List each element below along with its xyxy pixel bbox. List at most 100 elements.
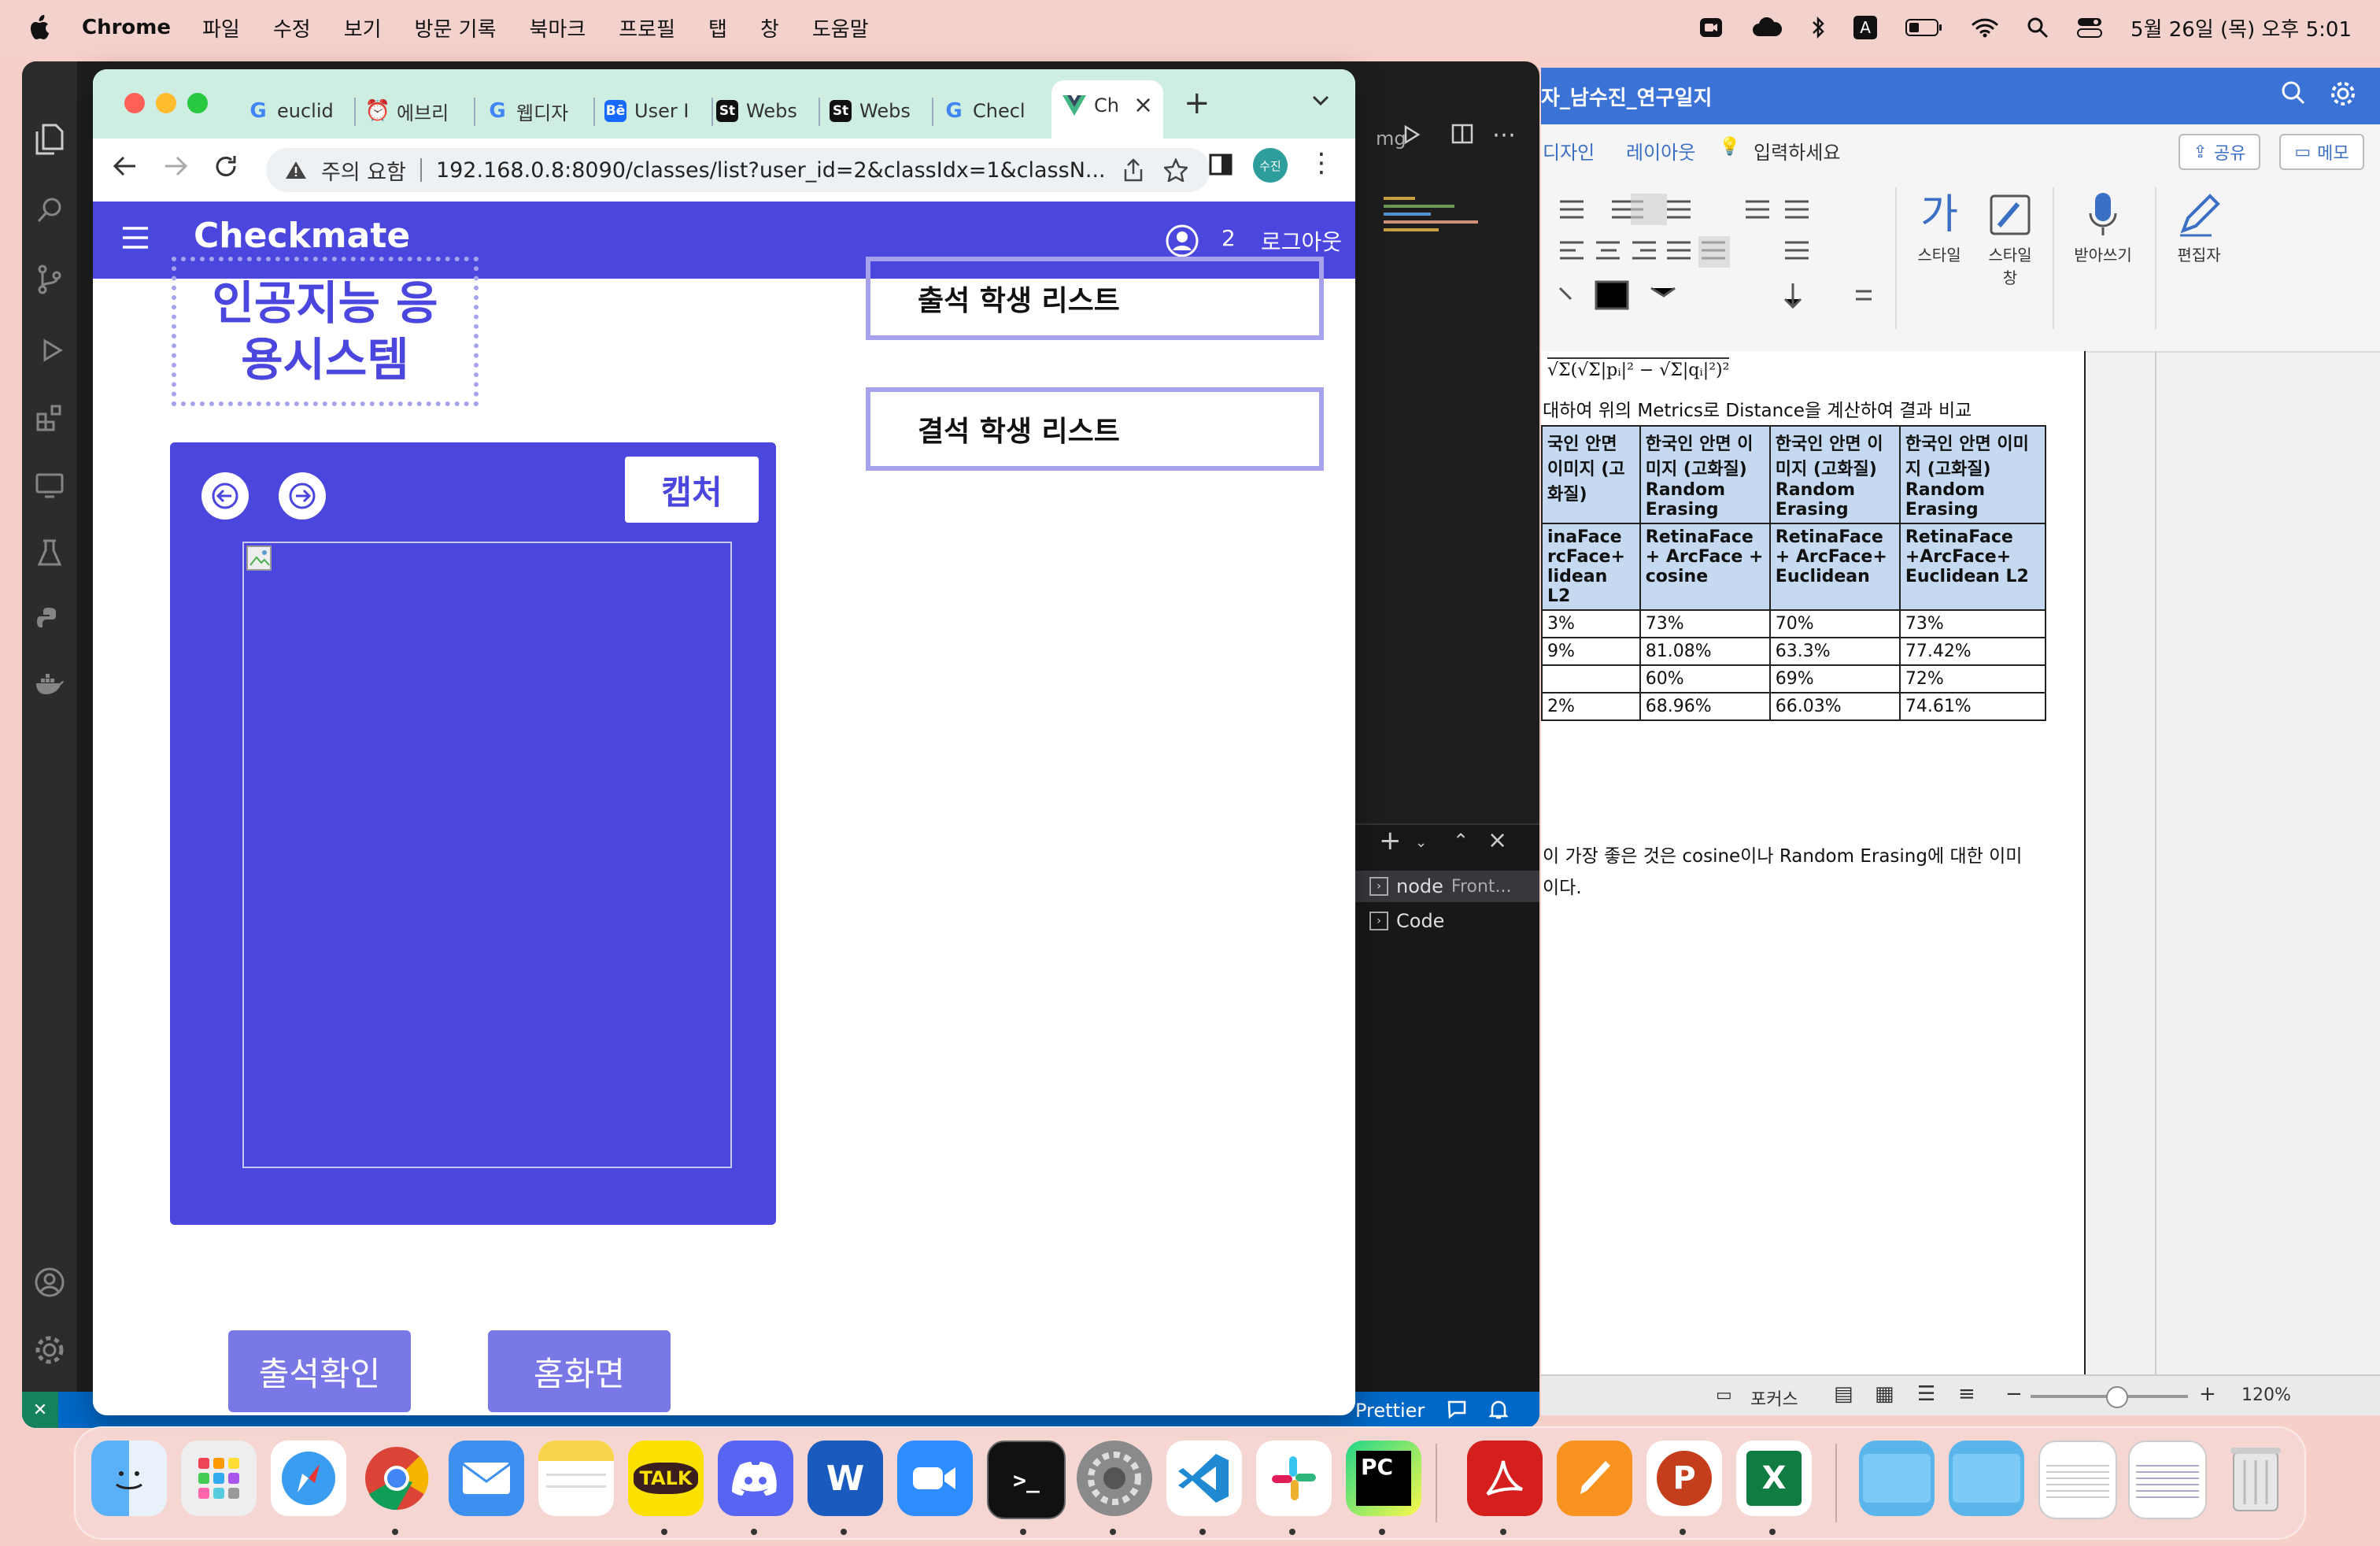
previous-button[interactable] xyxy=(201,472,249,520)
close-window-button[interactable] xyxy=(124,93,145,113)
active-browser-tab[interactable]: Ch × xyxy=(1051,80,1163,139)
clock[interactable]: 5월 26일 (목) 오후 5:01 xyxy=(2131,13,2352,43)
menu-bookmarks[interactable]: 북마크 xyxy=(530,13,586,43)
source-control-icon[interactable] xyxy=(33,263,66,296)
hamburger-menu-icon[interactable] xyxy=(121,225,150,250)
browser-tab[interactable]: Bē User I xyxy=(604,83,689,139)
chrome-icon[interactable] xyxy=(359,1441,434,1516)
next-button[interactable] xyxy=(279,472,326,520)
tab-layout[interactable]: 레이아웃 xyxy=(1626,137,1695,165)
battery-icon[interactable] xyxy=(1905,18,1943,37)
dictate-button[interactable]: 받아쓰기 xyxy=(2064,187,2142,329)
cloud-icon[interactable] xyxy=(1751,17,1783,38)
word-icon[interactable]: W xyxy=(808,1441,883,1516)
kakaotalk-icon[interactable]: TALK xyxy=(628,1441,704,1516)
settings-gear-icon[interactable] xyxy=(33,1333,66,1367)
focus-mode[interactable]: 포커스 xyxy=(1750,1385,1798,1411)
browser-tab[interactable]: G Checl xyxy=(943,83,1025,139)
bluetooth-icon[interactable] xyxy=(1811,16,1825,39)
control-center-icon[interactable] xyxy=(2077,17,2103,39)
recent-document-thumbnail[interactable] xyxy=(2038,1441,2117,1519)
browser-tab[interactable]: St Webs xyxy=(830,83,911,139)
menu-help[interactable]: 도움말 xyxy=(812,13,869,43)
explorer-icon[interactable] xyxy=(33,123,66,156)
launchpad-icon[interactable] xyxy=(181,1441,257,1516)
browser-tab[interactable]: G euclid xyxy=(247,83,333,139)
home-button[interactable]: 홈화면 xyxy=(488,1330,671,1412)
zoom-in-icon[interactable]: + xyxy=(2199,1382,2216,1406)
input-source-icon[interactable]: A xyxy=(1853,16,1878,39)
zoom-level[interactable]: 120% xyxy=(2241,1385,2291,1405)
remote-explorer-icon[interactable] xyxy=(33,469,66,502)
search-icon[interactable] xyxy=(33,194,66,227)
web-layout-icon[interactable]: ▦ xyxy=(1875,1382,1894,1406)
finder-icon[interactable] xyxy=(91,1441,167,1516)
forward-arrow-icon[interactable] xyxy=(162,153,189,179)
prettier-status[interactable]: Prettier xyxy=(1355,1400,1425,1422)
browser-tab[interactable]: ⏰ 에브리 xyxy=(365,83,449,139)
print-layout-icon[interactable]: ▤ xyxy=(1834,1382,1853,1406)
bookmark-star-icon[interactable] xyxy=(1163,158,1188,182)
pycharm-icon[interactable]: PC xyxy=(1346,1441,1421,1516)
brand-title[interactable]: Checkmate xyxy=(194,216,410,256)
capture-button[interactable]: 캡처 xyxy=(625,457,759,523)
menu-view[interactable]: 보기 xyxy=(344,13,382,43)
reload-icon[interactable] xyxy=(213,153,239,179)
url-text[interactable]: 192.168.0.8:8090/classes/list?user_id=2&… xyxy=(436,158,1106,183)
present-students-list-button[interactable]: 출석 학생 리스트 xyxy=(866,257,1324,340)
new-tab-button[interactable]: + xyxy=(1184,85,1210,121)
close-tab-icon[interactable]: × xyxy=(1133,91,1153,119)
apple-icon[interactable] xyxy=(30,15,52,40)
new-terminal-icon[interactable]: + xyxy=(1379,825,1402,856)
check-attendance-button[interactable]: 출석확인 xyxy=(228,1330,411,1412)
tell-me-input[interactable]: 입력하세요 xyxy=(1754,137,1840,165)
testing-icon[interactable] xyxy=(33,537,66,570)
draft-view-icon[interactable]: ≡ xyxy=(1958,1382,1975,1406)
browser-tab[interactable]: St Webs xyxy=(716,83,797,139)
slack-icon[interactable] xyxy=(1256,1441,1332,1516)
remote-indicator-icon[interactable]: ✕ xyxy=(22,1392,58,1428)
chevron-down-icon[interactable]: ⌄ xyxy=(1415,834,1427,851)
settings-gear-icon[interactable] xyxy=(2330,80,2356,107)
maximize-panel-icon[interactable]: ⌃ xyxy=(1453,830,1469,852)
feedback-icon[interactable] xyxy=(1447,1400,1467,1420)
menu-history[interactable]: 방문 기록 xyxy=(415,13,497,43)
tab-search-chevron-icon[interactable] xyxy=(1311,94,1330,107)
account-icon[interactable] xyxy=(33,1266,66,1299)
folder-icon[interactable] xyxy=(1859,1441,1935,1516)
tab-design[interactable]: 디자인 xyxy=(1543,137,1595,165)
python-icon[interactable] xyxy=(33,603,66,636)
notes-icon[interactable] xyxy=(538,1441,614,1516)
styles-button[interactable]: 가 스타일 xyxy=(1908,187,1971,329)
share-button[interactable]: ⇪ 공유 xyxy=(2179,134,2260,170)
split-editor-icon[interactable] xyxy=(1451,123,1473,145)
extensions-icon[interactable] xyxy=(33,401,66,435)
excel-icon[interactable]: X xyxy=(1736,1441,1812,1516)
wifi-icon[interactable] xyxy=(1972,17,1998,38)
absent-students-list-button[interactable]: 결석 학생 리스트 xyxy=(866,387,1324,471)
video-icon[interactable] xyxy=(1699,17,1723,38)
more-actions-icon[interactable]: ⋯ xyxy=(1492,121,1516,149)
chrome-menu-icon[interactable]: ⋮ xyxy=(1308,150,1335,176)
back-arrow-icon[interactable] xyxy=(112,153,139,179)
safari-icon[interactable] xyxy=(271,1441,346,1516)
focus-icon[interactable]: ▭ xyxy=(1716,1385,1732,1405)
docker-icon[interactable] xyxy=(33,668,66,701)
menu-profiles[interactable]: 프로필 xyxy=(619,13,675,43)
editor-button[interactable]: 편집자 xyxy=(2168,187,2230,329)
profile-avatar[interactable]: 수진 xyxy=(1253,148,1288,183)
pages-icon[interactable] xyxy=(1557,1441,1632,1516)
close-panel-icon[interactable]: × xyxy=(1488,827,1507,854)
menu-file[interactable]: 파일 xyxy=(202,13,240,43)
styles-pane-button[interactable]: 스타일 창 xyxy=(1980,187,2040,329)
vscode-icon[interactable] xyxy=(1166,1441,1242,1516)
outline-view-icon[interactable]: ☰ xyxy=(1917,1382,1935,1406)
acrobat-icon[interactable] xyxy=(1467,1441,1543,1516)
run-icon[interactable] xyxy=(1401,124,1421,145)
spotlight-icon[interactable] xyxy=(2027,17,2049,39)
zoom-slider[interactable] xyxy=(2031,1386,2188,1408)
search-icon[interactable] xyxy=(2281,80,2306,105)
trash-icon[interactable] xyxy=(2218,1441,2293,1516)
minimize-window-button[interactable] xyxy=(156,93,176,113)
security-status[interactable]: 주의 요함 xyxy=(321,155,406,186)
